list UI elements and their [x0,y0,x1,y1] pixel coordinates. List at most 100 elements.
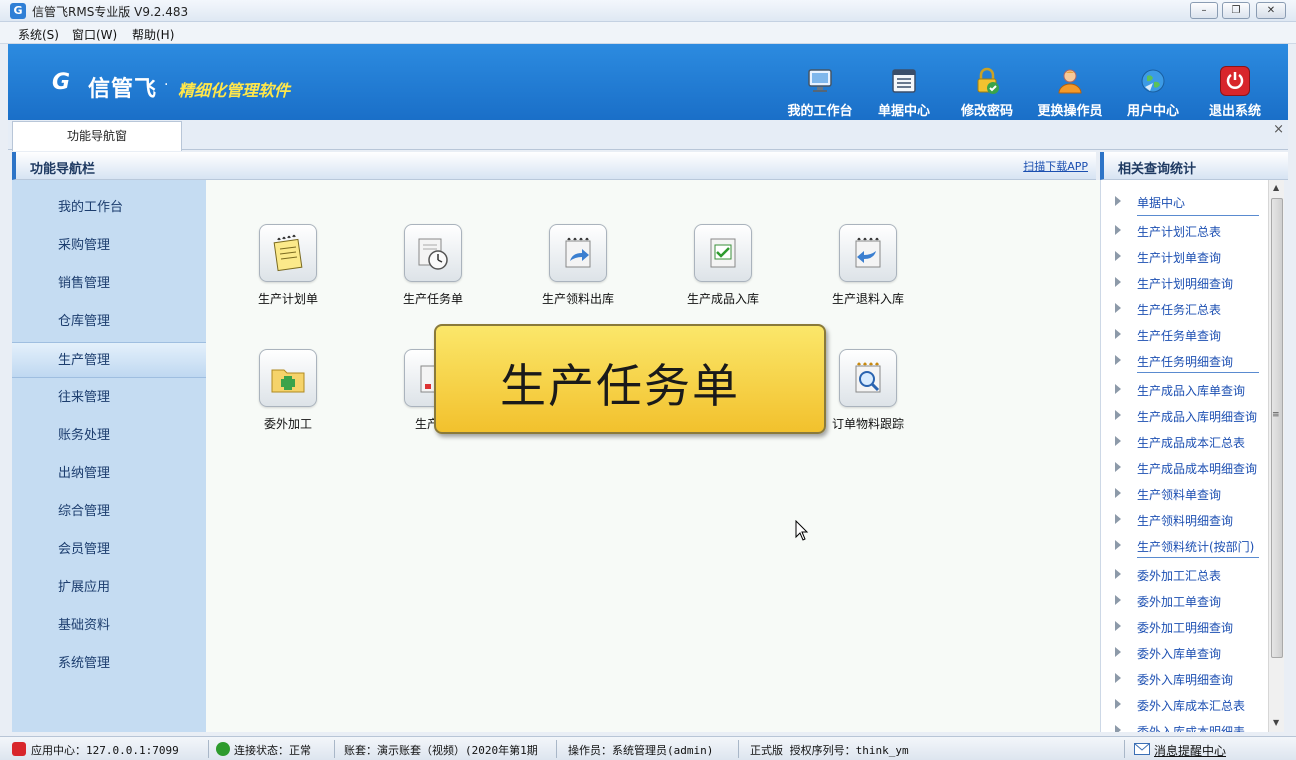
sidebar-item-purchase[interactable]: 采购管理 [12,228,206,264]
query-item[interactable]: 生产任务明细查询 [1101,347,1268,373]
scan-download-app-link[interactable]: 扫描下载APP [1023,158,1088,174]
function-label: 生产领料出库 [541,292,614,306]
query-item[interactable]: 生产成品成本明细查询 [1101,454,1268,480]
triangle-right-icon [1115,225,1121,235]
sidebar-item-warehouse[interactable]: 仓库管理 [12,304,206,340]
query-item[interactable]: 委外加工单查询 [1101,587,1268,613]
menu-help[interactable]: 帮助(H) [132,26,174,43]
brand-name: 信管飞 [88,77,158,102]
query-item[interactable]: 生产任务单查询 [1101,321,1268,347]
menu-bar: 系统(S) 窗口(W) 帮助(H) [0,22,1296,44]
query-item[interactable]: 生产领料统计(按部门) [1101,532,1268,558]
query-item[interactable]: 委外加工明细查询 [1101,613,1268,639]
sidebar-item-members[interactable]: 会员管理 [12,532,206,568]
function-production-task[interactable]: 生产任务单 [373,224,493,307]
scrollbar-thumb[interactable] [1271,198,1283,658]
sidebar-item-production[interactable]: 生产管理 [12,342,206,378]
function-outsourcing[interactable]: 委外加工 [228,349,348,432]
notepad-icon [259,224,317,282]
mail-icon [1134,743,1150,755]
query-item[interactable]: 委外加工汇总表 [1101,561,1268,587]
triangle-right-icon [1115,488,1121,498]
status-separator [334,740,335,758]
sidebar: 我的工作台 采购管理 销售管理 仓库管理 生产管理 往来管理 账务处理 出纳管理… [12,180,206,732]
query-item[interactable]: 生产计划明细查询 [1101,269,1268,295]
toolbar-label: 修改密码 [960,104,1013,119]
sidebar-item-accounts[interactable]: 往来管理 [12,380,206,416]
minimize-button[interactable]: – [1190,2,1218,19]
tab-function-navigation[interactable]: 功能导航窗 [12,121,182,151]
toolbar-exit-system[interactable]: 退出系统 [1197,66,1273,119]
sidebar-item-general[interactable]: 综合管理 [12,494,206,530]
function-order-material-tracking[interactable]: 订单物料跟踪 [808,349,928,432]
triangle-right-icon [1115,436,1121,446]
menu-system[interactable]: 系统(S) [18,26,59,43]
query-item[interactable]: 生产计划汇总表 [1101,217,1268,243]
toolbar-change-password[interactable]: 修改密码 [949,66,1025,119]
sidebar-item-system[interactable]: 系统管理 [12,646,206,682]
monitor-icon [805,66,835,96]
status-separator [1124,740,1125,758]
arrow-back-document-icon [839,224,897,282]
brand-logo-icon: G [52,70,71,95]
globe-icon [1138,66,1168,96]
scroll-up-icon[interactable]: ▲ [1273,183,1279,192]
toolbar-switch-operator[interactable]: 更换操作员 [1032,66,1108,119]
triangle-right-icon [1115,355,1121,365]
triangle-right-icon [1115,595,1121,605]
sidebar-item-cashier[interactable]: 出纳管理 [12,456,206,492]
query-item[interactable]: 生产领料单查询 [1101,480,1268,506]
query-item[interactable]: 委外入库成本明细表 [1101,717,1268,732]
status-bar: 应用中心：127.0.0.1:7099 连接状态：正常 账套：演示账套（视频）(… [0,736,1296,760]
tooltip-text: 生产任务单 [500,359,740,413]
function-material-issue[interactable]: 生产领料出库 [518,224,638,307]
query-item[interactable]: 生产成品入库明细查询 [1101,402,1268,428]
related-panel-scrollbar[interactable]: ▲ ≡ ▼ [1268,180,1284,732]
triangle-right-icon [1115,514,1121,524]
toolbar-user-center[interactable]: 用户中心 [1115,66,1191,119]
scroll-down-icon[interactable]: ▼ [1273,718,1279,727]
triangle-right-icon [1115,251,1121,261]
toolbar-label: 退出系统 [1208,104,1261,119]
function-production-plan[interactable]: 生产计划单 [228,224,348,307]
status-app-center: 应用中心：127.0.0.1:7099 [31,744,179,757]
triangle-right-icon [1115,699,1121,709]
toolbar-label: 用户中心 [1126,104,1179,119]
sidebar-item-my-workbench[interactable]: 我的工作台 [12,190,206,226]
function-label: 生产成品入库 [686,292,759,306]
sidebar-item-extensions[interactable]: 扩展应用 [12,570,206,606]
query-item[interactable]: 生产成品入库单查询 [1101,376,1268,402]
app-center-icon [12,742,26,756]
triangle-right-icon [1115,647,1121,657]
function-finished-goods-in[interactable]: 生产成品入库 [663,224,783,307]
message-reminder-link[interactable]: 消息提醒中心 [1154,742,1226,759]
sidebar-item-sales[interactable]: 销售管理 [12,266,206,302]
triangle-right-icon [1115,462,1121,472]
query-item[interactable]: 委外入库明细查询 [1101,665,1268,691]
query-item[interactable]: 委外入库单查询 [1101,639,1268,665]
menu-window[interactable]: 窗口(W) [72,26,117,43]
query-item[interactable]: 生产计划单查询 [1101,243,1268,269]
triangle-right-icon [1115,569,1121,579]
sidebar-item-basic-data[interactable]: 基础资料 [12,608,206,644]
sidebar-item-bookkeeping[interactable]: 账务处理 [12,418,206,454]
document-list-icon [889,66,919,96]
triangle-right-icon [1115,384,1121,394]
maximize-button[interactable]: ❐ [1222,2,1250,19]
query-item[interactable]: 生产成品成本汇总表 [1101,428,1268,454]
status-separator [556,740,557,758]
query-item[interactable]: 生产领料明细查询 [1101,506,1268,532]
function-material-return[interactable]: 生产退料入库 [808,224,928,307]
check-document-icon [694,224,752,282]
window-title: 信管飞RMS专业版 V9.2.483 [32,5,189,19]
query-item[interactable]: 生产任务汇总表 [1101,295,1268,321]
toolbar-my-workbench[interactable]: 我的工作台 [782,66,858,119]
close-window-button[interactable]: ✕ [1256,2,1286,19]
user-icon [1055,66,1085,96]
query-item[interactable]: 委外入库成本汇总表 [1101,691,1268,717]
toolbar-document-center[interactable]: 单据中心 [866,66,942,119]
query-item[interactable]: 单据中心 [1101,188,1268,214]
close-tab-icon[interactable]: × [1273,122,1284,137]
triangle-right-icon [1115,410,1121,420]
function-label: 订单物料跟踪 [831,417,904,431]
